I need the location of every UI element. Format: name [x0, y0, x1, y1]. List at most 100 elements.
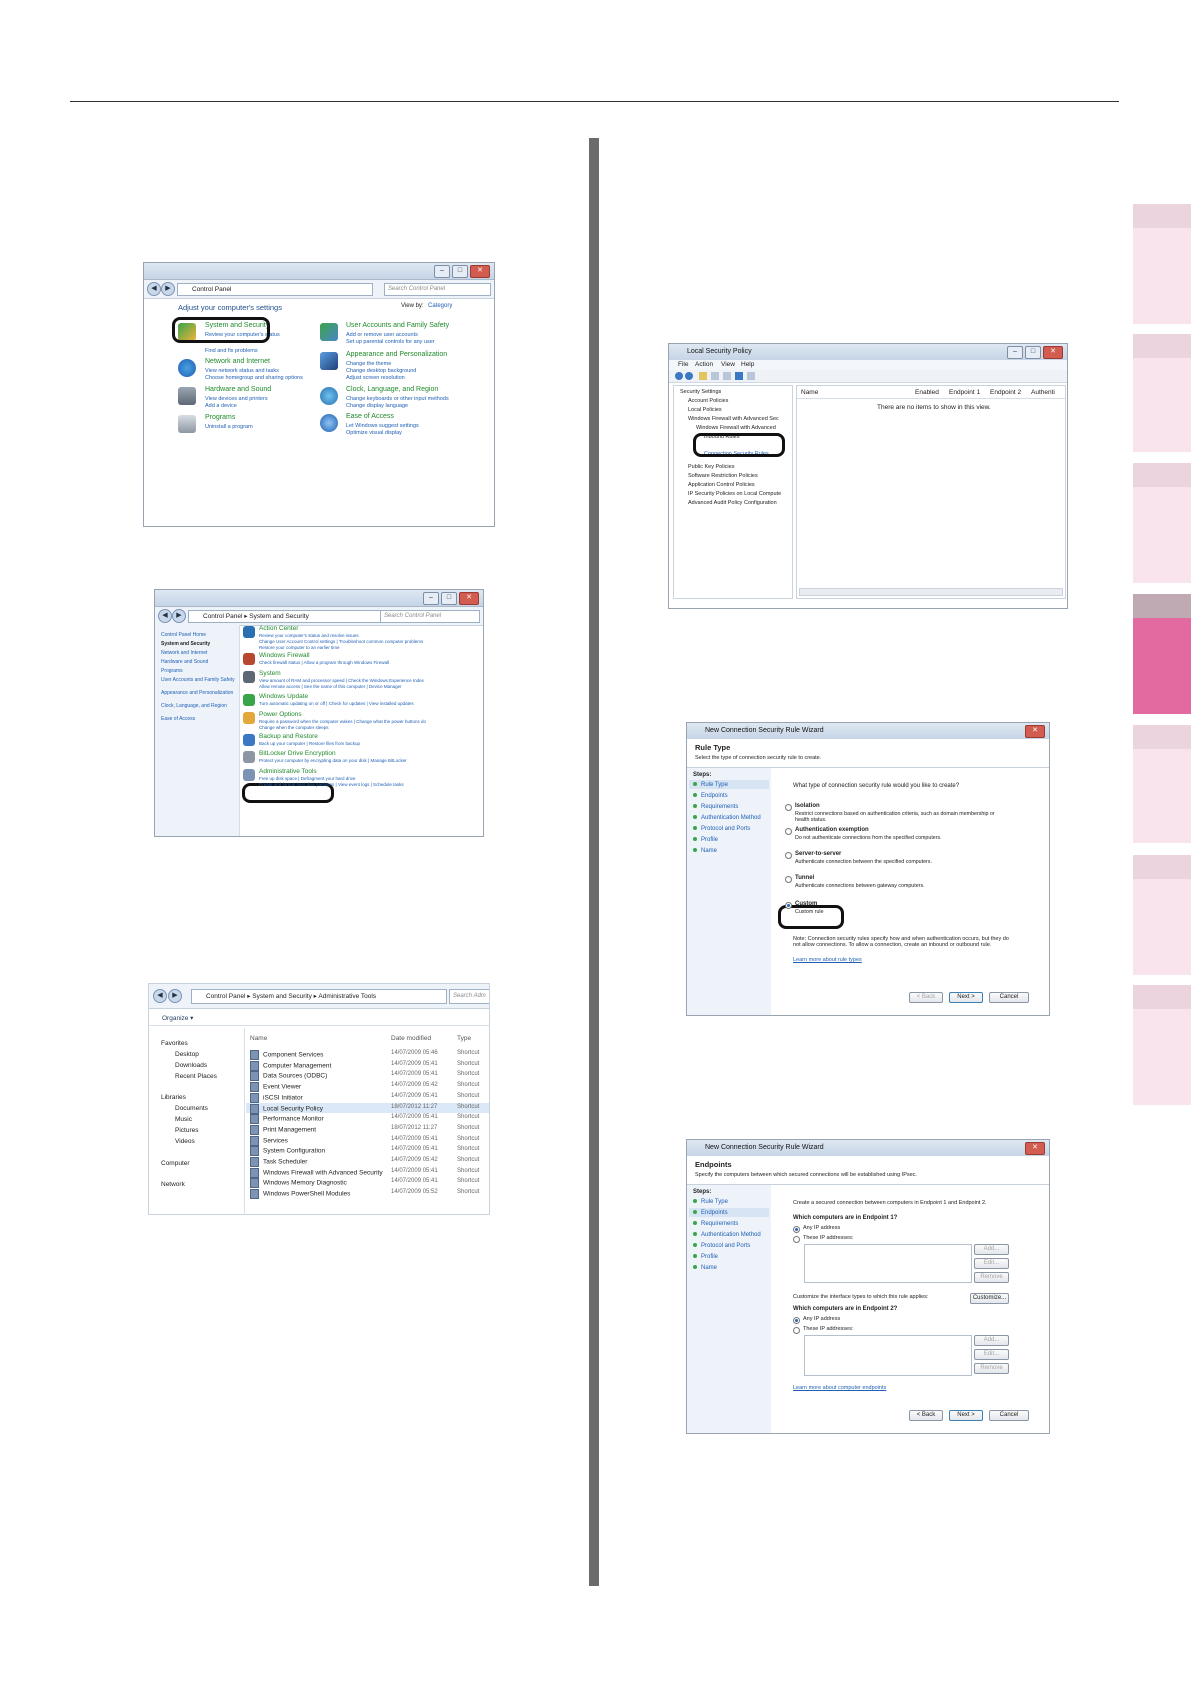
back-button[interactable]: < Back — [909, 992, 943, 1003]
at-nav-item[interactable]: Pictures — [175, 1127, 198, 1134]
ss-side-item[interactable]: Control Panel Home — [161, 632, 206, 638]
rule-type-radio[interactable] — [785, 828, 792, 835]
lsp-tree-node[interactable]: Software Restriction Policies — [688, 473, 758, 479]
side-tab-7[interactable] — [1133, 985, 1191, 1105]
ss-item-title[interactable]: BitLocker Drive Encryption — [259, 750, 336, 757]
ss-item-title[interactable]: Administrative Tools — [259, 768, 317, 775]
wizard-step[interactable]: Authentication Method — [693, 815, 761, 821]
cancel-button[interactable]: Cancel — [989, 1410, 1029, 1421]
cp-appearance-link[interactable]: Appearance and Personalization — [346, 351, 447, 358]
menu-file[interactable]: File — [678, 361, 688, 368]
cp-app-sub3[interactable]: Adjust screen resolution — [346, 375, 405, 381]
folder-icon[interactable] — [699, 372, 707, 380]
minimize-icon[interactable]: – — [423, 592, 439, 605]
cp-network-link[interactable]: Network and Internet — [205, 358, 270, 365]
endpoint2-these-radio[interactable] — [793, 1327, 800, 1334]
ss-side-item[interactable]: System and Security — [161, 641, 210, 647]
wizard-step[interactable]: Name — [693, 848, 717, 854]
cp-hw-sub1[interactable]: View devices and printers — [205, 396, 268, 402]
side-tab-2[interactable] — [1133, 334, 1191, 452]
cp-ease-sub1[interactable]: Let Windows suggest settings — [346, 423, 419, 429]
at-row-name[interactable]: Local Security Policy — [250, 1103, 323, 1114]
ss-item-title[interactable]: Windows Firewall — [259, 652, 310, 659]
ss-search-input[interactable]: Search Control Panel — [380, 610, 480, 623]
close-icon[interactable]: ✕ — [1025, 725, 1045, 738]
cp-breadcrumb[interactable]: Control Panel — [177, 283, 373, 296]
col-authentication[interactable]: Authenti — [1031, 389, 1055, 396]
ss-item-title[interactable]: System — [259, 670, 281, 677]
ss-side-item[interactable]: Programs — [161, 668, 183, 674]
wizard-step[interactable]: Protocol and Ports — [693, 826, 750, 832]
back-arrow-icon[interactable]: ◀ — [153, 989, 167, 1003]
wiz1-learn-link[interactable]: Learn more about rule types — [793, 957, 862, 963]
cp-clock-sub1[interactable]: Change keyboards or other input methods — [346, 396, 449, 402]
endpoint1-remove-button[interactable]: Remove — [974, 1272, 1009, 1283]
endpoint2-edit-button[interactable]: Edit... — [974, 1349, 1009, 1360]
col-endpoint1[interactable]: Endpoint 1 — [949, 389, 980, 396]
ss-side-item[interactable]: Clock, Language, and Region — [161, 703, 227, 709]
wizard-step[interactable]: Name — [693, 1265, 717, 1271]
wizard-step[interactable]: Profile — [693, 1254, 718, 1260]
ss-item-sublink[interactable]: Review your computer's status and resolv… — [259, 633, 359, 638]
wizard-step[interactable]: Protocol and Ports — [693, 1243, 750, 1249]
at-nav-item[interactable]: Downloads — [175, 1062, 207, 1069]
ss-item-title[interactable]: Windows Update — [259, 693, 308, 700]
at-row-name[interactable]: Windows Firewall with Advanced Security — [250, 1167, 383, 1178]
at-row-name[interactable]: Services — [250, 1135, 288, 1146]
lsp-tree-node[interactable]: Advanced Audit Policy Configuration — [688, 500, 777, 506]
cp-hw-sub2[interactable]: Add a device — [205, 403, 237, 409]
cp-prog-sub1[interactable]: Uninstall a program — [205, 424, 253, 430]
ss-item-sublink[interactable]: Turn automatic updating on or off | Chec… — [259, 701, 414, 706]
side-tab-6[interactable] — [1133, 855, 1191, 975]
at-row-name[interactable]: Component Services — [250, 1050, 323, 1060]
lsp-tree-node[interactable]: Windows Firewall with Advanced Sec — [688, 416, 779, 422]
at-nav-item[interactable]: Documents — [175, 1105, 208, 1112]
ss-side-item[interactable]: Hardware and Sound — [161, 659, 208, 665]
side-tab-5[interactable] — [1133, 725, 1191, 843]
forward-arrow-icon[interactable]: ▶ — [172, 609, 186, 623]
rule-type-radio[interactable] — [785, 852, 792, 859]
ss-item-sublink[interactable]: Check firewall status | Allow a program … — [259, 660, 389, 665]
lsp-tree-node[interactable]: Account Policies — [688, 398, 728, 404]
at-row-name[interactable]: Task Scheduler — [250, 1157, 307, 1167]
at-col-type[interactable]: Type — [457, 1035, 471, 1042]
ss-item-sublink[interactable]: Change User Account Control settings | T… — [259, 639, 423, 644]
rule-type-radio[interactable] — [785, 876, 792, 883]
horizontal-scrollbar[interactable] — [799, 588, 1063, 596]
at-breadcrumb[interactable]: Control Panel ▸ System and Security ▸ Ad… — [191, 989, 447, 1004]
ss-item-sublink[interactable]: Protect your computer by encrypting data… — [259, 758, 407, 763]
at-row-name[interactable]: System Configuration — [250, 1146, 325, 1157]
cp-programs-link[interactable]: Programs — [205, 414, 235, 421]
at-row-name[interactable]: Computer Management — [250, 1060, 331, 1071]
maximize-icon[interactable]: □ — [441, 592, 457, 605]
cp-net-sub1[interactable]: View network status and tasks — [205, 368, 279, 374]
wizard-step[interactable]: Rule Type — [693, 1199, 728, 1205]
customize-button[interactable]: Customize... — [970, 1293, 1009, 1304]
at-row-name[interactable]: Windows Memory Diagnostic — [250, 1178, 347, 1189]
close-icon[interactable]: ✕ — [1043, 346, 1063, 359]
ss-item-sublink[interactable]: Change when the computer sleeps — [259, 725, 329, 730]
close-icon[interactable]: ✕ — [1025, 1142, 1045, 1155]
cancel-button[interactable]: Cancel — [989, 992, 1029, 1003]
ss-item-title[interactable]: Action Center — [259, 625, 298, 632]
organize-menu[interactable]: Organize ▾ — [162, 1014, 193, 1022]
cp-clock-link[interactable]: Clock, Language, and Region — [346, 386, 438, 393]
cp-user-sub1[interactable]: Add or remove user accounts — [346, 332, 418, 338]
ss-item-title[interactable]: Power Options — [259, 711, 302, 718]
side-tab-3[interactable] — [1133, 463, 1191, 583]
next-button[interactable]: Next > — [949, 1410, 983, 1421]
col-enabled[interactable]: Enabled — [915, 389, 939, 396]
at-row-name[interactable]: Print Management — [250, 1124, 316, 1135]
wizard-step[interactable]: Authentication Method — [693, 1232, 761, 1238]
back-icon[interactable] — [675, 372, 683, 380]
at-nav-item[interactable]: Libraries — [161, 1094, 186, 1101]
lsp-tree-node[interactable]: Application Control Policies — [688, 482, 755, 488]
at-nav-item[interactable]: Recent Places — [175, 1073, 217, 1080]
cp-user-sub2[interactable]: Set up parental controls for any user — [346, 339, 435, 345]
cp-app-sub1[interactable]: Change the theme — [346, 361, 391, 367]
at-row-name[interactable]: Windows PowerShell Modules — [250, 1189, 350, 1200]
back-arrow-icon[interactable]: ◀ — [147, 282, 161, 296]
at-row-name[interactable]: iSCSI Initiator — [250, 1092, 303, 1103]
wizard-step[interactable]: Endpoints — [693, 1210, 728, 1216]
at-nav-item[interactable]: Favorites — [161, 1040, 188, 1047]
